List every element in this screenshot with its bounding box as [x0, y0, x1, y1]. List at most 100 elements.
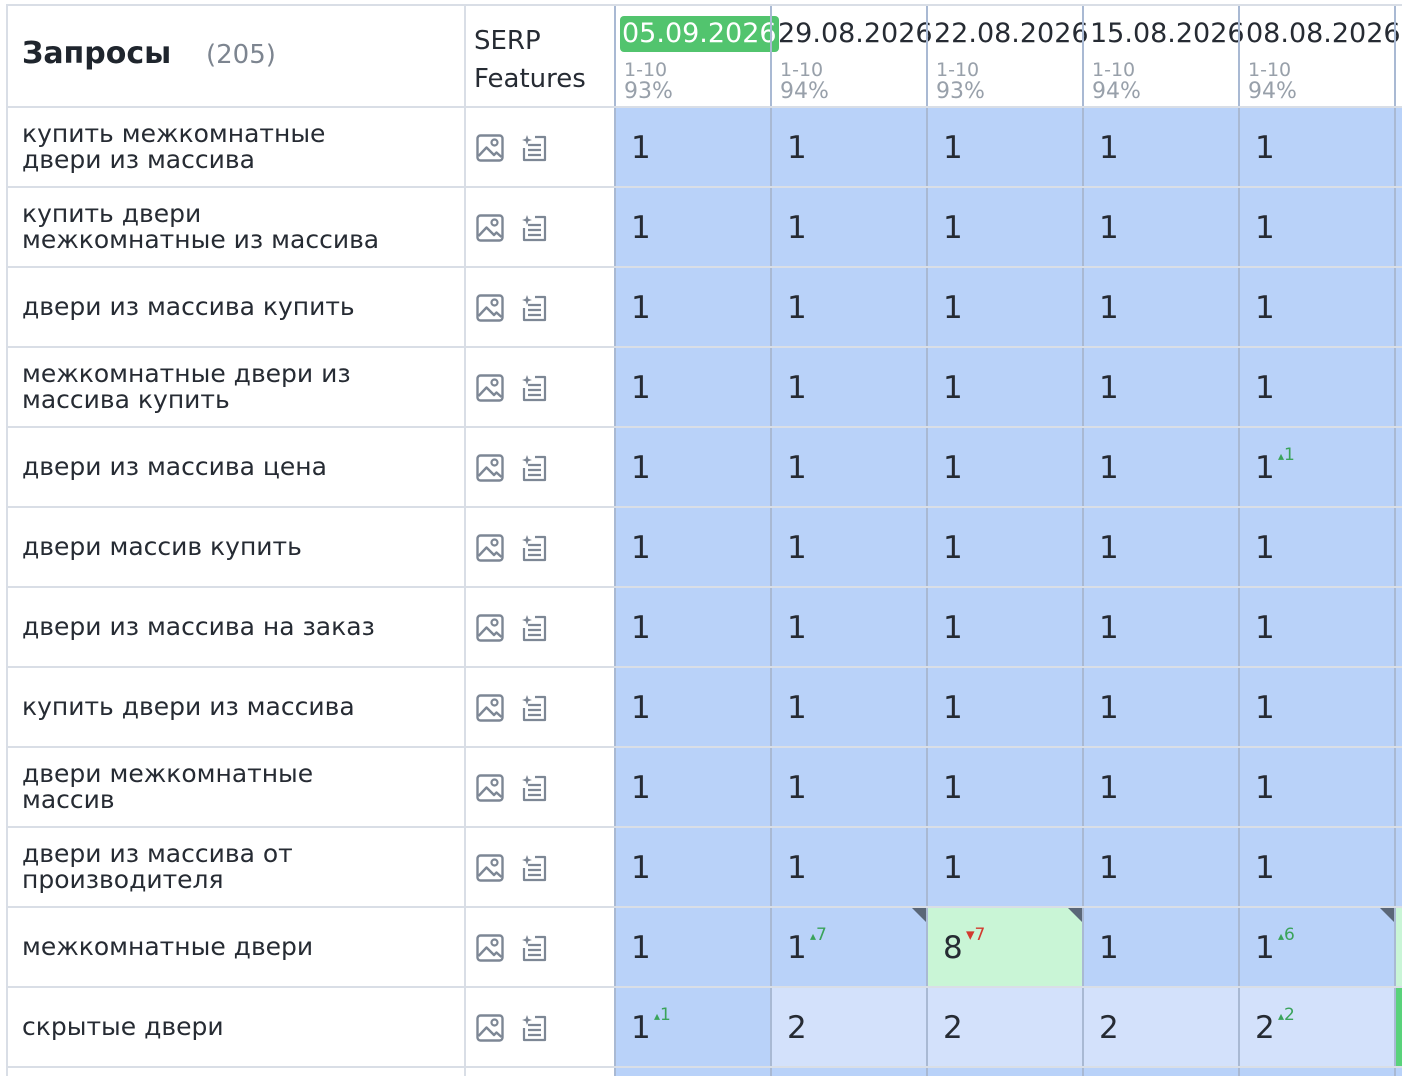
position-cell[interactable]: 1: [771, 507, 927, 587]
position-cell[interactable]: 1: [1083, 667, 1239, 747]
keyword-text[interactable]: скрытые двери: [22, 1014, 224, 1040]
date-header[interactable]: 22.08.2026: [932, 16, 1091, 52]
position-cell[interactable]: 1: [1239, 267, 1395, 347]
position-cell[interactable]: 1: [1083, 347, 1239, 427]
image-icon[interactable]: [475, 453, 505, 483]
position-cell[interactable]: 1: [927, 747, 1083, 827]
keyword-text[interactable]: двери межкомнатные массив: [22, 761, 313, 813]
position-cell[interactable]: 1: [1083, 507, 1239, 587]
position-cell[interactable]: 1: [1239, 187, 1395, 267]
image-icon[interactable]: [475, 693, 505, 723]
image-icon[interactable]: [475, 853, 505, 883]
keyword-text[interactable]: купить двери межкомнатные из массива: [22, 201, 379, 253]
keyword-text[interactable]: межкомнатные двери из массива купить: [22, 361, 351, 413]
keyword-text[interactable]: двери из массива цена: [22, 454, 327, 480]
position-cell[interactable]: 1: [1239, 107, 1395, 187]
list-sparkle-icon[interactable]: [519, 133, 549, 163]
list-sparkle-icon[interactable]: [519, 1013, 549, 1043]
position-cell[interactable]: 1: [1239, 827, 1395, 907]
position-cell[interactable]: 1: [1239, 747, 1395, 827]
position-cell[interactable]: 2: [1083, 987, 1239, 1067]
position-cell[interactable]: 8 ▾7: [927, 907, 1083, 987]
keyword-cell[interactable]: двери из массива на заказ: [22, 587, 442, 667]
keyword-text[interactable]: двери из массива купить: [22, 294, 355, 320]
position-cell[interactable]: 1: [1239, 347, 1395, 427]
position-cell[interactable]: 1: [615, 907, 771, 987]
cell-note-corner[interactable]: [1067, 907, 1083, 923]
position-cell[interactable]: 2: [771, 987, 927, 1067]
list-sparkle-icon[interactable]: [519, 693, 549, 723]
list-sparkle-icon[interactable]: [519, 613, 549, 643]
position-cell[interactable]: 1: [615, 427, 771, 507]
list-sparkle-icon[interactable]: [519, 933, 549, 963]
keyword-cell[interactable]: двери из массива от производителя: [22, 827, 442, 907]
position-cell[interactable]: 1: [1083, 827, 1239, 907]
keyword-text[interactable]: купить межкомнатные двери из массива: [22, 121, 325, 173]
image-icon[interactable]: [475, 773, 505, 803]
image-icon[interactable]: [475, 933, 505, 963]
list-sparkle-icon[interactable]: [519, 853, 549, 883]
keyword-cell[interactable]: купить двери межкомнатные из массива: [22, 187, 442, 267]
image-icon[interactable]: [475, 1013, 505, 1043]
position-cell[interactable]: 1: [1239, 587, 1395, 667]
position-cell[interactable]: 1: [771, 427, 927, 507]
position-cell[interactable]: 1: [927, 107, 1083, 187]
position-cell[interactable]: 1: [1083, 747, 1239, 827]
position-cell[interactable]: 1: [1083, 187, 1239, 267]
position-cell[interactable]: 1 ▴6: [1239, 907, 1395, 987]
list-sparkle-icon[interactable]: [519, 293, 549, 323]
keyword-text[interactable]: двери из массива на заказ: [22, 614, 375, 640]
position-cell[interactable]: 2 ▴2: [1239, 987, 1395, 1067]
list-sparkle-icon[interactable]: [519, 453, 549, 483]
position-cell[interactable]: 1: [615, 267, 771, 347]
date-header[interactable]: 29.08.2026: [776, 16, 935, 52]
image-icon[interactable]: [475, 213, 505, 243]
image-icon[interactable]: [475, 133, 505, 163]
position-cell[interactable]: 1: [1083, 587, 1239, 667]
keyword-text[interactable]: двери массив купить: [22, 534, 302, 560]
image-icon[interactable]: [475, 293, 505, 323]
position-cell[interactable]: 1 ▴7: [771, 907, 927, 987]
position-cell[interactable]: 1: [771, 667, 927, 747]
keyword-cell[interactable]: купить межкомнатные двери из массива: [22, 107, 442, 187]
keyword-text[interactable]: межкомнатные двери: [22, 934, 313, 960]
position-cell[interactable]: 1: [1083, 427, 1239, 507]
position-cell[interactable]: 1: [927, 267, 1083, 347]
position-cell[interactable]: 1: [615, 187, 771, 267]
position-cell[interactable]: 1: [615, 587, 771, 667]
position-cell[interactable]: 1: [615, 507, 771, 587]
position-cell[interactable]: 1: [1083, 107, 1239, 187]
position-cell[interactable]: 1 ▴1: [615, 987, 771, 1067]
position-cell[interactable]: 1: [927, 587, 1083, 667]
position-cell[interactable]: 1: [615, 747, 771, 827]
position-cell[interactable]: 1: [771, 187, 927, 267]
list-sparkle-icon[interactable]: [519, 213, 549, 243]
keyword-cell[interactable]: двери массив купить: [22, 507, 442, 587]
keyword-text[interactable]: двери из массива от производителя: [22, 841, 293, 893]
date-header[interactable]: 15.08.2026: [1088, 16, 1247, 52]
position-cell[interactable]: 1: [927, 187, 1083, 267]
position-cell[interactable]: 1 ▴1: [1239, 427, 1395, 507]
current-date-badge[interactable]: 05.09.2026: [620, 16, 779, 52]
position-cell[interactable]: 1: [927, 347, 1083, 427]
position-cell[interactable]: 1: [771, 827, 927, 907]
keyword-cell[interactable]: скрытые двери: [22, 987, 442, 1067]
keyword-cell[interactable]: двери из массива цена: [22, 427, 442, 507]
position-cell[interactable]: 1: [1239, 507, 1395, 587]
image-icon[interactable]: [475, 373, 505, 403]
position-cell[interactable]: 1: [771, 267, 927, 347]
keyword-text[interactable]: купить двери из массива: [22, 694, 355, 720]
position-cell[interactable]: 1: [1083, 267, 1239, 347]
position-cell[interactable]: 1: [615, 107, 771, 187]
position-cell[interactable]: 1: [927, 667, 1083, 747]
image-icon[interactable]: [475, 613, 505, 643]
position-cell[interactable]: 1: [1239, 667, 1395, 747]
cell-note-corner[interactable]: [1379, 907, 1395, 923]
position-cell[interactable]: 1: [927, 507, 1083, 587]
position-cell[interactable]: 1: [1083, 907, 1239, 987]
position-cell[interactable]: 1: [771, 347, 927, 427]
keyword-cell[interactable]: двери из массива купить: [22, 267, 442, 347]
position-cell[interactable]: 1: [771, 747, 927, 827]
keyword-cell[interactable]: межкомнатные двери: [22, 907, 442, 987]
image-icon[interactable]: [475, 533, 505, 563]
